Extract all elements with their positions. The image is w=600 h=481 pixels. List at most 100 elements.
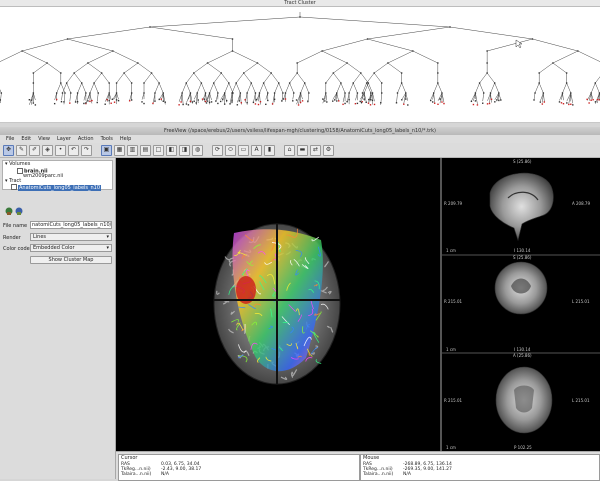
expand-icon[interactable]: ▾ (5, 161, 8, 167)
screenshot-icon[interactable]: ⌂ (284, 144, 295, 156)
menu-view[interactable]: View (38, 135, 50, 143)
dendrogram-node (367, 82, 370, 84)
recon-edit-icon[interactable]: ✎ (16, 144, 27, 156)
render-combo[interactable]: Lines (30, 233, 112, 241)
menu-action[interactable]: Action (78, 135, 94, 143)
sync-icon[interactable]: ⇄ (310, 144, 321, 156)
dendrogram-node (149, 26, 151, 28)
voxel-edit-icon[interactable]: ✐ (29, 144, 40, 156)
dendrogram-node (182, 103, 184, 106)
show-cluster-map-button[interactable]: Show Cluster Map (30, 256, 112, 264)
dendrogram-node (552, 62, 554, 64)
toggle-icon[interactable]: ▬ (297, 144, 308, 156)
dendrogram-node (278, 82, 280, 84)
menu-layer[interactable]: Layer (57, 135, 71, 143)
dendrogram-node (181, 92, 183, 94)
dendrogram-node (297, 104, 300, 106)
dendrogram-node (231, 99, 233, 101)
dendrogram-node (373, 103, 376, 106)
layout-2x2-icon[interactable]: ▦ (114, 144, 125, 156)
main-view-3d-icon[interactable]: ◍ (192, 144, 203, 156)
sagittal-right-label: A 208.79 (572, 201, 590, 206)
tree-item-tract[interactable]: AnatomiCuts_long05_labels_n10 (11, 184, 102, 191)
dendrogram-node (586, 98, 588, 101)
dendrogram-node (366, 38, 369, 40)
navigate-icon[interactable]: ✥ (3, 144, 14, 156)
dendrogram-node (206, 62, 209, 64)
dendrogram-node (143, 102, 145, 105)
tree-volumes-group[interactable]: ▾ Volumes (5, 162, 30, 167)
cursor-info-table[interactable]: Cursor RAS 0.03, 6.75, 34.04 TkReg...n.ni… (118, 454, 360, 481)
point-set-icon[interactable]: • (55, 144, 66, 156)
settings-icon[interactable]: ⚙ (323, 144, 334, 156)
dendrogram-node (259, 100, 262, 103)
menu-file[interactable]: File (6, 135, 14, 143)
dendrogram-node (221, 98, 224, 100)
dendrogram-node (106, 99, 108, 101)
dendrogram-node (223, 103, 226, 105)
dendrogram-node (128, 100, 131, 102)
dendrogram-node (470, 100, 473, 103)
expand-icon[interactable]: ▾ (5, 178, 8, 184)
dendrogram-node (93, 82, 95, 84)
dendrogram-node (81, 82, 83, 84)
dendrogram-node (231, 101, 233, 103)
dendrogram-svg[interactable] (0, 7, 600, 123)
main-view-sagittal-icon[interactable]: □ (153, 144, 164, 156)
dendrogram-node (348, 92, 350, 94)
colorbar-icon[interactable]: ▮ (264, 144, 275, 156)
dendrogram-canvas[interactable] (0, 7, 600, 123)
dendrogram-node (356, 92, 359, 94)
dendrogram-node (437, 62, 439, 64)
color-code-combo[interactable]: Embedded Color (30, 244, 112, 252)
render-view-area[interactable]: S (25.86) R 209.79 A 208.79 I 130.14 1 c… (116, 158, 600, 451)
main-view-axial-icon[interactable]: ◨ (179, 144, 190, 156)
dendrogram-node (255, 98, 258, 101)
roi-edit-icon[interactable]: ◈ (42, 144, 53, 156)
dendrogram-node (115, 92, 118, 94)
dendrogram-node (336, 92, 338, 94)
dendrogram-node (143, 82, 145, 84)
dendrogram-node (130, 99, 133, 101)
volume-icon[interactable]: ▭ (238, 144, 249, 156)
dendrogram-node (96, 101, 98, 104)
dendrogram-node (588, 102, 590, 104)
dendrogram-node (213, 82, 215, 84)
menu-help[interactable]: Help (120, 135, 131, 143)
dendrogram-node (64, 92, 66, 94)
redo-icon[interactable]: ↷ (81, 144, 92, 156)
dendrogram-node (542, 92, 545, 94)
mouse-info-table[interactable]: Mouse RAS -268.89, 6.75, 136.14 TkReg...n… (360, 454, 600, 481)
dendrogram-node (412, 50, 414, 52)
annotation-icon[interactable]: A (251, 144, 262, 156)
dendrogram-node (244, 99, 246, 101)
dendrogram-node (400, 82, 403, 84)
layer-tree[interactable]: ▾ Volumes brain.nii wm2009parc.nii ▾ Tra… (2, 160, 113, 191)
reset-view-icon[interactable]: ⟳ (212, 144, 223, 156)
layout-1-3h-icon[interactable]: ▤ (140, 144, 151, 156)
viewer-svg[interactable]: S (25.86) R 209.79 A 208.79 I 130.14 1 c… (116, 158, 600, 451)
dendrogram-node (30, 99, 33, 101)
main-view-coronal-icon[interactable]: ◧ (166, 144, 177, 156)
dendrogram-node (292, 100, 294, 102)
file-name-label: File name (3, 223, 28, 229)
surface-icon[interactable]: ⬭ (225, 144, 236, 156)
dendrogram-node (299, 101, 302, 104)
dendrogram-node (288, 82, 291, 84)
menu-edit[interactable]: Edit (21, 135, 31, 143)
mouse-row[interactable]: Talaira...n.nii) N/A (363, 472, 411, 477)
file-name-field[interactable]: natomiCuts_long05_labels_n10/*.trk (30, 221, 112, 229)
dendrogram-node (60, 101, 63, 103)
cursor-row[interactable]: Talaira...n.nii) N/A (121, 472, 169, 477)
dendrogram-node (488, 102, 491, 105)
tree-item-wm2009parc[interactable]: wm2009parc.nii (23, 174, 63, 179)
dendrogram-node (367, 102, 370, 104)
menu-tools[interactable]: Tools (101, 135, 113, 143)
layout-1x1-icon[interactable]: ▣ (101, 144, 112, 156)
undo-icon[interactable]: ↶ (68, 144, 79, 156)
dendrogram-node (429, 99, 432, 102)
dendrogram-node (441, 92, 443, 94)
tract-visible-checkbox[interactable] (11, 184, 17, 190)
dendrogram-node (28, 99, 31, 101)
layout-1-3-icon[interactable]: ▥ (127, 144, 138, 156)
